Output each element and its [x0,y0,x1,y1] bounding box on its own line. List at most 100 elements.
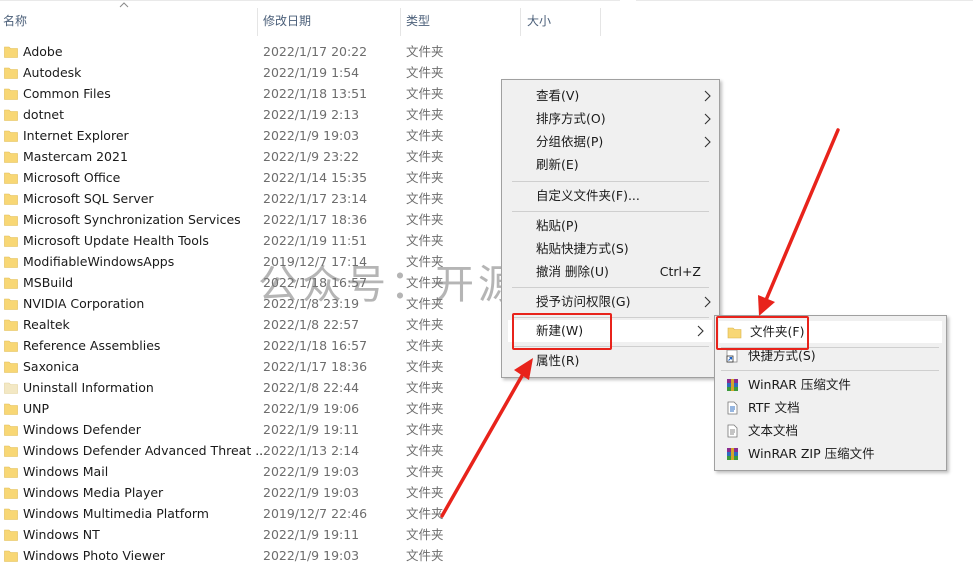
file-row[interactable]: Uninstall Information 2022/1/8 22:44 文件夹 [0,377,620,398]
file-type: 文件夹 [406,359,444,374]
chevron-right-icon [704,296,711,308]
folder-icon [4,193,18,205]
submenu-item-label: WinRAR 压缩文件 [748,377,851,392]
menu-item-properties[interactable]: 属性(R) [502,350,719,372]
folder-icon [4,277,18,289]
folder-icon [4,382,18,394]
file-name: Microsoft Office [23,170,121,185]
menu-item-group-by[interactable]: 分组依据(P) [502,131,719,153]
column-header: 名称 修改日期 类型 大小 [0,0,973,36]
file-name: Internet Explorer [23,128,129,143]
file-name: dotnet [23,107,64,122]
folder-icon [4,130,18,142]
menu-item-label: 属性(R) [536,353,580,368]
menu-item-paste-shortcut[interactable]: 粘贴快捷方式(S) [502,238,719,260]
file-date: 2022/1/19 1:54 [263,65,360,80]
chevron-right-icon [697,325,704,337]
file-date: 2022/1/19 2:13 [263,107,360,122]
column-header-name[interactable]: 名称 [3,0,253,36]
folder-icon [4,340,18,352]
menu-item-label: 粘贴(P) [536,218,579,233]
file-name: Microsoft Synchronization Services [23,212,241,227]
menu-item-undo-delete[interactable]: 撤消 删除(U) Ctrl+Z [502,261,719,283]
menu-item-label: 刷新(E) [536,157,579,172]
folder-icon [4,46,18,58]
menu-item-grant-access[interactable]: 授予访问权限(G) [502,291,719,313]
annotation-box-new [512,313,612,350]
file-row[interactable]: UNP 2022/1/9 19:06 文件夹 [0,398,620,419]
column-header-size[interactable]: 大小 [527,0,597,36]
file-name: Windows Photo Viewer [23,548,165,563]
file-type: 文件夹 [406,44,444,59]
submenu-item-winrar-archive[interactable]: WinRAR 压缩文件 [715,374,946,396]
header-top-border-right [636,0,973,1]
winrar-zip-icon [727,448,738,460]
submenu-item-winrar-zip[interactable]: WinRAR ZIP 压缩文件 [715,443,946,465]
folder-icon [4,529,18,541]
file-type: 文件夹 [406,506,444,521]
file-date: 2022/1/17 23:14 [263,191,368,206]
file-row[interactable]: Windows Photo Viewer 2022/1/9 19:03 文件夹 [0,545,620,566]
file-name: Microsoft SQL Server [23,191,154,206]
submenu-item-rtf-document[interactable]: RTF 文档 [715,397,946,419]
folder-icon [4,298,18,310]
file-date: 2022/1/9 19:03 [263,485,360,500]
file-name: NVIDIA Corporation [23,296,145,311]
file-name: Windows Multimedia Platform [23,506,209,521]
column-divider[interactable] [600,8,601,36]
annotation-box-folder [716,316,809,350]
column-header-type[interactable]: 类型 [406,0,516,36]
file-date: 2022/1/9 19:11 [263,527,360,542]
file-type: 文件夹 [406,170,444,185]
file-name: ModifiableWindowsApps [23,254,175,269]
file-date: 2022/1/17 20:22 [263,44,368,59]
file-type: 文件夹 [406,422,444,437]
file-row[interactable]: Windows Media Player 2022/1/9 19:03 文件夹 [0,482,620,503]
menu-item-paste[interactable]: 粘贴(P) [502,215,719,237]
menu-separator [512,287,709,288]
file-name: MSBuild [23,275,74,290]
submenu-item-text-document[interactable]: 文本文档 [715,420,946,442]
file-date: 2022/1/13 2:14 [263,443,360,458]
column-header-date[interactable]: 修改日期 [263,0,398,36]
file-row[interactable]: Windows Mail 2022/1/9 19:03 文件夹 [0,461,620,482]
file-date: 2022/1/14 15:35 [263,170,368,185]
menu-separator [512,181,709,182]
folder-icon [4,466,18,478]
menu-item-label: 粘贴快捷方式(S) [536,241,629,256]
file-row[interactable]: Windows Defender 2022/1/9 19:11 文件夹 [0,419,620,440]
file-type: 文件夹 [406,65,444,80]
file-name: Windows Defender [23,422,141,437]
folder-icon [4,214,18,226]
file-row[interactable]: Adobe 2022/1/17 20:22 文件夹 [0,41,620,62]
column-divider[interactable] [400,8,401,36]
file-row[interactable]: Windows NT 2022/1/9 19:11 文件夹 [0,524,620,545]
file-date: 2022/1/8 22:44 [263,380,360,395]
column-divider[interactable] [257,8,258,36]
folder-icon [4,361,18,373]
file-date: 2022/1/9 19:11 [263,422,360,437]
menu-item-sort-by[interactable]: 排序方式(O) [502,108,719,130]
file-type: 文件夹 [406,485,444,500]
folder-icon [4,235,18,247]
file-row[interactable]: Windows Multimedia Platform 2019/12/7 22:… [0,503,620,524]
file-name: Reference Assemblies [23,338,161,353]
file-row[interactable]: Windows Defender Advanced Threat ... 2022… [0,440,620,461]
chevron-right-icon [704,136,711,148]
file-date: 2022/1/18 13:51 [263,86,368,101]
file-name: UNP [23,401,50,416]
menu-item-view[interactable]: 查看(V) [502,85,719,107]
menu-item-refresh[interactable]: 刷新(E) [502,154,719,176]
file-name: Common Files [23,86,111,101]
file-type: 文件夹 [406,128,444,143]
file-name: Windows NT [23,527,100,542]
menu-item-customize-folder[interactable]: 自定义文件夹(F)... [502,185,719,207]
file-type: 文件夹 [406,464,444,479]
chevron-right-icon [704,113,711,125]
file-type: 文件夹 [406,149,444,164]
text-document-icon [727,424,738,438]
menu-item-label: 分组依据(P) [536,134,604,149]
file-date: 2022/1/9 19:03 [263,128,360,143]
folder-icon [4,319,18,331]
column-divider[interactable] [520,8,521,36]
